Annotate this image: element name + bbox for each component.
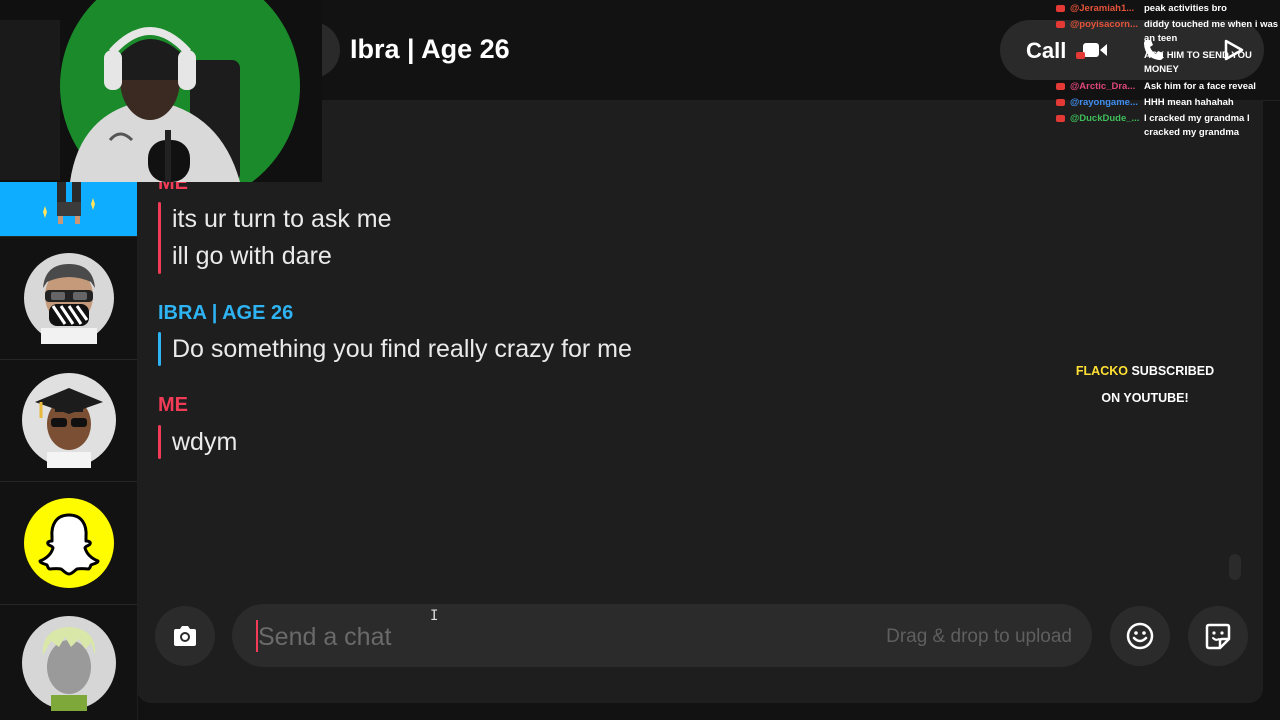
stream-chat-text: diddy touched me when i was an teen	[1144, 19, 1279, 44]
youtube-icon	[1076, 52, 1085, 59]
stream-chat-text: peak activities bro	[1144, 3, 1227, 14]
emoji-icon	[1126, 622, 1154, 650]
snapchat-ghost-icon	[23, 498, 114, 588]
emoji-button[interactable]	[1110, 606, 1170, 666]
message-sender-label: ME	[158, 394, 188, 416]
youtube-icon	[1056, 5, 1065, 12]
chat-message: ill go with dare	[172, 242, 332, 270]
bitmoji-avatar-icon	[21, 615, 116, 711]
subscriber-name: FLACKO	[1075, 364, 1128, 378]
bitmoji-avatar-icon	[21, 373, 116, 468]
chat-scrollbar[interactable]	[1229, 554, 1241, 580]
message-indicator-bar	[158, 202, 161, 274]
sidebar-item-friend-blonde[interactable]	[0, 605, 137, 720]
stream-chat-overlay: @Jeramiah1... peak activities bro @poyis…	[1054, 0, 1280, 140]
youtube-icon	[1056, 115, 1065, 122]
streamer-webcam	[0, 0, 322, 182]
stream-chat-user: @DuckDude_...	[1070, 113, 1140, 124]
text-caret	[256, 620, 258, 652]
camera-button[interactable]	[155, 606, 215, 666]
stream-chat-user: @rayongame...	[1070, 97, 1138, 108]
subscriber-alert: FLACKO SUBSCRIBED ON YOUTUBE!	[1070, 358, 1220, 412]
youtube-icon	[1056, 21, 1065, 28]
chat-message: its ur turn to ask me	[172, 205, 392, 233]
stream-chat-user: @Arctic_Dra...	[1070, 81, 1136, 92]
chat-input-container[interactable]: Drag & drop to upload	[232, 604, 1092, 667]
sidebar-item-snapchat[interactable]	[0, 482, 137, 605]
stream-chat-user: @Jeramiah1...	[1070, 3, 1135, 14]
stream-chat-user: @poyisacorn...	[1070, 19, 1138, 30]
stream-chat-text: Ask him for a face reveal	[1144, 81, 1256, 92]
youtube-icon	[1056, 99, 1065, 106]
drag-drop-hint: Drag & drop to upload	[886, 626, 1072, 647]
chat-message: Do something you find really crazy for m…	[172, 335, 632, 363]
sidebar-item-friend-masked[interactable]	[0, 237, 137, 360]
chat-message: wdym	[172, 428, 238, 456]
chat-title: Ibra | Age 26	[350, 34, 510, 64]
stream-chat-text: ASK HIM TO SEND YOU MONEY	[1144, 50, 1252, 75]
message-indicator-bar	[158, 332, 161, 366]
stream-chat-text: I cracked my grandma I cracked my grandm…	[1144, 113, 1250, 138]
sticker-icon	[1205, 623, 1231, 650]
stream-chat-text: HHH mean hahahah	[1144, 97, 1234, 108]
sidebar-item-friend-graduate[interactable]	[0, 359, 137, 482]
text-cursor-icon: I	[430, 608, 439, 624]
message-sender-label: IBRA | AGE 26	[158, 302, 294, 324]
youtube-icon	[1056, 83, 1065, 90]
camera-icon	[174, 626, 196, 646]
webcam-feed-image	[0, 0, 322, 182]
message-indicator-bar	[158, 425, 161, 459]
bitmoji-avatar-icon	[23, 253, 114, 344]
sticker-button[interactable]	[1188, 606, 1248, 666]
send-chat-input[interactable]	[256, 618, 820, 656]
